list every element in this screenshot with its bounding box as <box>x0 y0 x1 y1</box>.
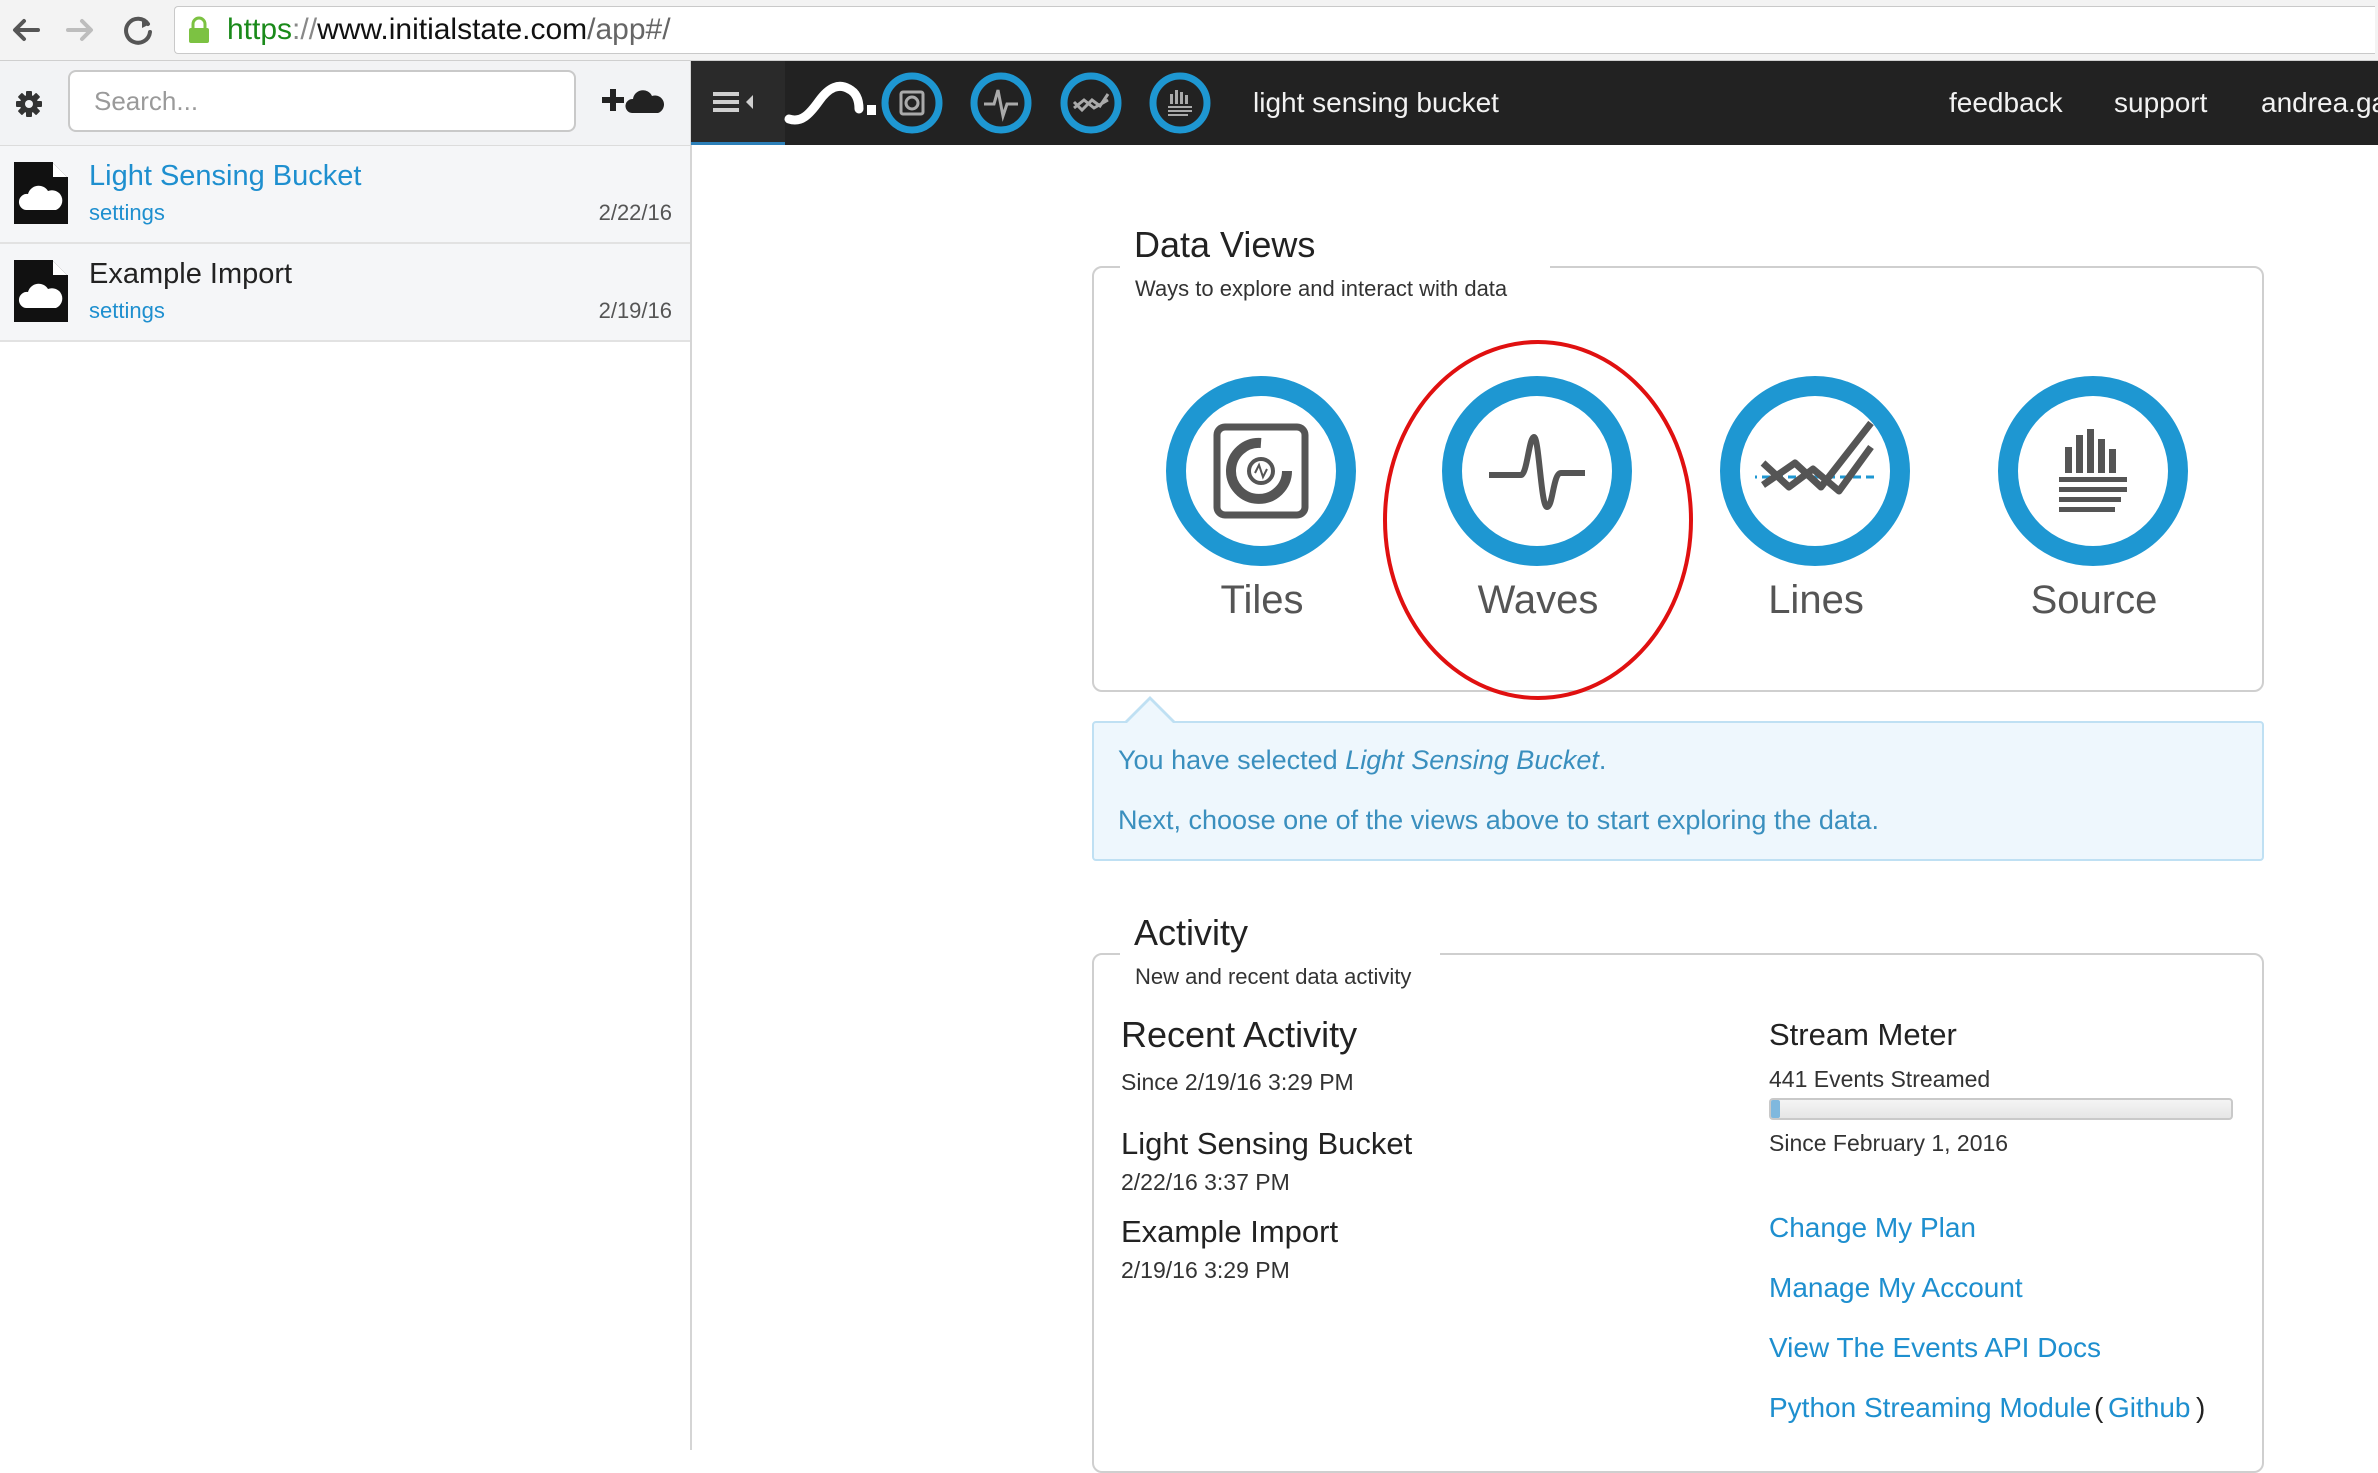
change-plan-link[interactable]: Change My Plan <box>1769 1212 1976 1244</box>
bucket-sidebar: Light Sensing Bucket settings 2/22/16 Ex… <box>0 61 692 1450</box>
address-bar[interactable]: https://www.initialstate.com/app#/ <box>174 6 2375 54</box>
activity-subtitle: New and recent data activity <box>1135 964 1412 989</box>
source-icon <box>2059 429 2127 512</box>
selection-info-box: You have selected Light Sensing Bucket. … <box>1092 721 2264 861</box>
back-icon[interactable] <box>6 10 46 50</box>
bucket-date: 2/19/16 <box>598 298 672 323</box>
bucket-settings-link[interactable]: settings <box>89 200 165 226</box>
add-bucket-icon[interactable] <box>602 85 664 119</box>
tiles-label[interactable]: Tiles <box>1152 578 1372 623</box>
activity-item-name[interactable]: Example Import <box>1121 1214 1338 1250</box>
stream-meter-bar <box>1769 1098 2233 1120</box>
app-topbar: light sensing bucket feedback support an… <box>691 61 2378 145</box>
activity-item-name[interactable]: Light Sensing Bucket <box>1121 1126 1412 1162</box>
activity-item-time: 2/22/16 3:37 PM <box>1121 1169 1290 1195</box>
selected-bucket-name: Light Sensing Bucket <box>1345 745 1599 775</box>
tiles-ring[interactable] <box>1166 376 1356 566</box>
current-bucket-title: light sensing bucket <box>1253 87 1499 118</box>
initial-state-logo-icon[interactable] <box>779 75 879 131</box>
stream-meter-heading: Stream Meter <box>1769 1017 1957 1052</box>
bucket-file-icon <box>14 162 68 224</box>
browser-toolbar: https://www.initialstate.com/app#/ <box>0 0 2378 61</box>
data-views-title: Data Views <box>1134 224 1330 266</box>
activity-title: Activity <box>1134 912 1263 954</box>
data-views-subtitle: Ways to explore and interact with data <box>1135 276 1508 301</box>
bucket-search-input[interactable] <box>68 70 576 132</box>
lock-icon <box>189 16 209 43</box>
source-view-icon[interactable] <box>1149 72 1211 134</box>
recent-activity-since: Since 2/19/16 3:29 PM <box>1121 1069 1354 1095</box>
source-label[interactable]: Source <box>1984 578 2204 623</box>
waves-highlight-annotation <box>1383 340 1693 700</box>
bucket-item-light-sensing[interactable]: Light Sensing Bucket settings 2/22/16 <box>0 146 690 244</box>
recent-activity-heading: Recent Activity <box>1121 1014 1358 1055</box>
manage-account-link[interactable]: Manage My Account <box>1769 1272 2023 1304</box>
source-ring[interactable] <box>1998 376 2188 566</box>
sidebar-header <box>0 61 690 146</box>
events-streamed-count: 441 Events Streamed <box>1769 1066 1991 1092</box>
stream-meter-fill <box>1771 1100 1780 1118</box>
paren-close: ) <box>2196 1392 2206 1423</box>
bucket-name[interactable]: Example Import <box>89 258 292 291</box>
lines-ring[interactable] <box>1720 376 1910 566</box>
url-host: www.initialstate.com <box>317 13 588 46</box>
feedback-link[interactable]: feedback <box>1949 87 2063 119</box>
reload-icon[interactable] <box>118 10 158 50</box>
bucket-item-example-import[interactable]: Example Import settings 2/19/16 <box>0 244 690 342</box>
lines-label[interactable]: Lines <box>1706 578 1926 623</box>
selection-prefix: You have selected <box>1118 745 1346 775</box>
lines-view-icon[interactable] <box>1060 72 1122 134</box>
waves-view-icon[interactable] <box>970 72 1032 134</box>
url-path: /app#/ <box>587 13 671 46</box>
stream-meter-since: Since February 1, 2016 <box>1769 1130 2009 1156</box>
selection-suffix: . <box>1598 745 1607 775</box>
collapse-menu-icon <box>713 92 753 112</box>
forward-icon[interactable] <box>60 10 100 50</box>
bucket-name[interactable]: Light Sensing Bucket <box>89 160 361 193</box>
url-protocol: https <box>227 13 293 46</box>
bucket-file-icon <box>14 260 68 322</box>
next-step-message: Next, choose one of the views above to s… <box>1118 805 1879 835</box>
github-link[interactable]: Github <box>2108 1392 2191 1424</box>
python-module-link[interactable]: Python Streaming Module <box>1769 1392 2091 1424</box>
activity-item-time: 2/19/16 3:29 PM <box>1121 1257 1290 1283</box>
url-text: https://www.initialstate.com/app#/ <box>227 15 671 45</box>
support-link[interactable]: support <box>2114 87 2207 119</box>
tiles-icon <box>1213 423 1309 519</box>
selection-message: You have selected Light Sensing Bucket. <box>1118 745 1606 776</box>
url-separator: :// <box>292 13 318 46</box>
bucket-date: 2/22/16 <box>598 200 672 225</box>
tiles-view-icon[interactable] <box>881 72 943 134</box>
events-api-docs-link[interactable]: View The Events API Docs <box>1769 1332 2101 1364</box>
paren-open: ( <box>2094 1392 2104 1423</box>
account-menu-link[interactable]: andrea.ga <box>2261 87 2378 119</box>
lines-icon <box>1755 420 1875 495</box>
gear-icon[interactable] <box>14 89 44 119</box>
bucket-settings-link[interactable]: settings <box>89 298 165 324</box>
sidebar-toggle-button[interactable] <box>691 61 785 145</box>
